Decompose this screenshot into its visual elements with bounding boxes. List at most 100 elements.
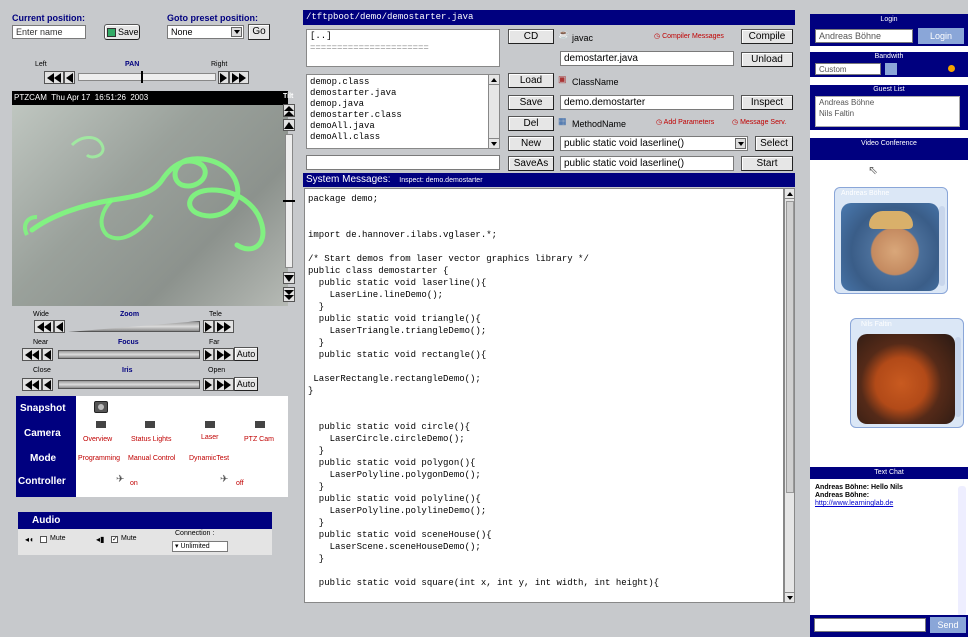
speaker-icon[interactable]: ◂◖: [25, 535, 34, 544]
file-list-item[interactable]: demop.java: [310, 99, 496, 110]
focus-far-fast-button[interactable]: [214, 348, 234, 361]
method-select[interactable]: public static void laserline(): [560, 136, 748, 151]
tilt-indicator[interactable]: [283, 200, 295, 202]
iris-open-fast-button[interactable]: [214, 378, 234, 391]
chat-input[interactable]: [814, 618, 926, 632]
camera-status-lights-icon[interactable]: [145, 421, 155, 428]
load-button[interactable]: Load: [508, 73, 554, 88]
cd-button[interactable]: CD: [508, 29, 554, 44]
focus-near-button[interactable]: [42, 348, 53, 361]
start-button[interactable]: Start: [741, 156, 793, 171]
file-list-item[interactable]: demop.class: [310, 77, 496, 88]
tilt-down-button[interactable]: [283, 272, 295, 284]
pan-track[interactable]: [78, 71, 216, 83]
current-position-input[interactable]: Enter name: [12, 25, 86, 39]
iris-close-button[interactable]: [42, 378, 53, 391]
mute1-checkbox[interactable]: [40, 536, 47, 543]
controller-on-link[interactable]: on: [130, 480, 138, 487]
file-list-item[interactable]: demostarter.class: [310, 110, 496, 121]
guest-list-item[interactable]: Andreas Böhne: [816, 97, 959, 108]
file-list-item[interactable]: demostarter.java: [310, 88, 496, 99]
zoom-tele-fast-button[interactable]: [214, 320, 234, 333]
pan-indicator[interactable]: [141, 71, 143, 83]
saveas-button[interactable]: SaveAs: [508, 156, 554, 171]
mute2-checkbox[interactable]: ✓: [111, 536, 118, 543]
guest-list-item[interactable]: Nils Faltin: [816, 108, 959, 119]
zoom-wide-button[interactable]: [54, 320, 65, 333]
pan-right-button[interactable]: [218, 71, 229, 84]
video-tile-scrollbar[interactable]: [955, 337, 961, 417]
camera-ptz-link[interactable]: PTZ Cam: [244, 436, 274, 443]
controller-off-icon[interactable]: ✈: [220, 474, 228, 485]
login-button[interactable]: Login: [918, 28, 964, 44]
snapshot-camera-icon[interactable]: [94, 401, 108, 413]
camera-laser-icon[interactable]: [205, 421, 215, 428]
tilt-track[interactable]: [283, 134, 295, 268]
chevron-down-icon[interactable]: [885, 63, 897, 75]
code-editor[interactable]: package demo; import de.hannover.ilabs.v…: [304, 188, 784, 603]
focus-auto-button[interactable]: Auto: [234, 347, 258, 361]
pan-left-fast-button[interactable]: [44, 71, 64, 84]
focus-slider[interactable]: [58, 350, 200, 359]
zoom-slider[interactable]: [68, 321, 200, 332]
focus-far-button[interactable]: [203, 348, 214, 361]
mode-dynamictest-link[interactable]: DynamicTest: [189, 455, 229, 462]
login-username-field[interactable]: Andreas Böhne: [815, 29, 913, 43]
go-button[interactable]: Go: [248, 24, 270, 40]
unload-button[interactable]: Unload: [741, 52, 793, 67]
camera-laser-link[interactable]: Laser: [201, 434, 219, 441]
directory-list[interactable]: [..] ======================: [306, 29, 500, 67]
delete-button[interactable]: Del: [508, 116, 554, 131]
file-list-scrollbar[interactable]: [488, 75, 499, 148]
chat-scrollbar[interactable]: [958, 486, 966, 616]
zoom-wide-fast-button[interactable]: [34, 320, 54, 333]
directory-up-item[interactable]: [..]: [307, 30, 499, 42]
code-editor-scrollbar[interactable]: [784, 188, 795, 603]
tilt-down-fast-button[interactable]: [283, 287, 295, 302]
file-list[interactable]: demop.class demostarter.java demop.java …: [306, 74, 500, 149]
controller-on-icon[interactable]: ✈: [116, 474, 124, 485]
saveas-filename-field[interactable]: [306, 155, 500, 170]
compiler-messages-link[interactable]: ◷ Compiler Messages: [654, 32, 724, 40]
iris-open-button[interactable]: [203, 378, 214, 391]
zoom-tele-button[interactable]: [203, 320, 214, 333]
video-tile-scrollbar[interactable]: [939, 206, 945, 286]
message-serv-link[interactable]: ◷ Message Serv.: [732, 118, 786, 126]
focus-near-fast-button[interactable]: [22, 348, 42, 361]
tilt-up-button[interactable]: [283, 119, 295, 131]
preset-select[interactable]: None: [167, 25, 244, 39]
classname-field[interactable]: demo.demostarter: [560, 95, 734, 110]
send-button[interactable]: Send: [930, 617, 966, 633]
filename-field[interactable]: demostarter.java: [560, 51, 734, 66]
microphone-icon[interactable]: ◂▮: [96, 535, 104, 544]
tilt-up-fast-button[interactable]: [283, 104, 295, 117]
add-parameters-link[interactable]: ◷ Add Parameters: [656, 118, 714, 126]
inspect-button[interactable]: Inspect: [741, 95, 793, 110]
camera-status-lights-link[interactable]: Status Lights: [131, 436, 171, 443]
video-tile-nils: Nils Faltin: [850, 318, 964, 428]
select-button[interactable]: Select: [755, 136, 793, 151]
camera-overview-link[interactable]: Overview: [83, 436, 112, 443]
save-position-button[interactable]: Save: [104, 24, 140, 40]
chevron-down-icon: [735, 138, 746, 149]
controller-off-link[interactable]: off: [236, 480, 244, 487]
iris-slider[interactable]: [58, 380, 200, 389]
method-field[interactable]: public static void laserline(): [560, 156, 734, 171]
mode-programming-link[interactable]: Programming: [78, 455, 120, 462]
camera-ptz-icon[interactable]: [255, 421, 265, 428]
chat-link[interactable]: http://www.learninglab.de: [814, 500, 954, 507]
file-list-item[interactable]: demoAll.class: [310, 132, 496, 143]
new-button[interactable]: New: [508, 136, 554, 151]
save-file-button[interactable]: Save: [508, 95, 554, 110]
bandwidth-select[interactable]: Custom: [815, 63, 881, 75]
code-editor-scroll-thumb[interactable]: [786, 201, 794, 493]
pan-right-fast-button[interactable]: [229, 71, 249, 84]
iris-auto-button[interactable]: Auto: [234, 377, 258, 391]
iris-close-fast-button[interactable]: [22, 378, 42, 391]
camera-overview-icon[interactable]: [96, 421, 106, 428]
mode-manual-control-link[interactable]: Manual Control: [128, 455, 175, 462]
compile-button[interactable]: Compile: [741, 29, 793, 44]
pan-left-button[interactable]: [64, 71, 75, 84]
file-list-item[interactable]: demoAll.java: [310, 121, 496, 132]
connection-select[interactable]: ▾ Unlimited: [172, 541, 228, 552]
